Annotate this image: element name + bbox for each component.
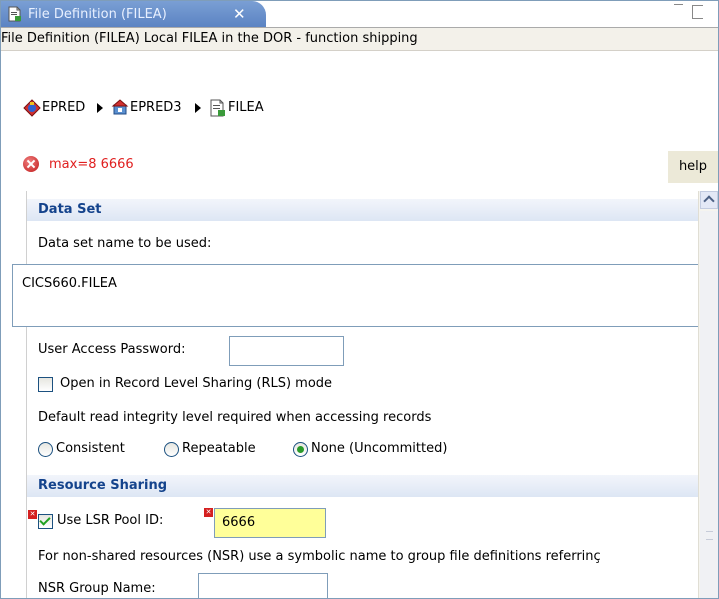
error-bar: max=8 6666 help	[1, 150, 718, 188]
section-data-set[interactable]: Data Set	[27, 199, 699, 221]
nsr-group-label: NSR Group Name:	[38, 581, 156, 596]
maximize-icon[interactable]	[692, 5, 703, 19]
nsr-group-field[interactable]	[198, 573, 328, 598]
chevron-right-icon	[195, 103, 201, 113]
section-heading: Data Set	[38, 202, 102, 217]
rls-checkbox[interactable]	[38, 377, 53, 392]
file-definition-icon	[8, 6, 21, 22]
integrity-label: Default read integrity level required wh…	[38, 410, 432, 425]
error-message: max=8 6666	[49, 157, 134, 172]
chevron-right-icon	[97, 103, 103, 113]
error-marker-icon: ✕	[28, 510, 37, 519]
radio-repeatable[interactable]	[164, 442, 179, 457]
radio-label: Repeatable	[182, 441, 256, 456]
password-field[interactable]	[229, 336, 344, 366]
rls-label: Open in Record Level Sharing (RLS) mode	[60, 376, 333, 391]
error-marker-icon: ✕	[204, 508, 213, 517]
radio-label: None (Uncommitted)	[311, 441, 448, 456]
scroll-thumb[interactable]	[700, 211, 718, 598]
close-icon[interactable]: ✕	[233, 1, 246, 28]
lsr-label: Use LSR Pool ID:	[57, 513, 164, 528]
minimize-icon[interactable]	[674, 4, 683, 5]
radio-consistent[interactable]	[38, 442, 53, 457]
tab-file-definition[interactable]: File Definition (FILEA) ✕	[1, 1, 266, 28]
window-controls	[674, 4, 704, 19]
description-text: File Definition (FILEA) Local FILEA in t…	[1, 31, 418, 46]
password-label: User Access Password:	[38, 342, 186, 357]
dataset-name-field[interactable]: CICS660.FILEA	[12, 264, 699, 327]
region-group-icon	[23, 99, 41, 117]
editor-window: File Definition (FILEA) ✕ File Definitio…	[0, 0, 719, 599]
breadcrumb-label: FILEA	[228, 100, 264, 115]
section-resource-sharing[interactable]: Resource Sharing	[27, 475, 699, 497]
lsr-checkbox[interactable]	[38, 514, 53, 529]
section-heading: Resource Sharing	[38, 478, 168, 493]
region-icon	[111, 99, 129, 115]
nsr-note: For non-shared resources (NSR) use a sym…	[38, 549, 601, 564]
dataset-name-label: Data set name to be used:	[38, 236, 212, 251]
grip-icon	[706, 531, 713, 540]
radio-label: Consistent	[56, 441, 125, 456]
tab-title: File Definition (FILEA)	[28, 7, 167, 22]
lsr-pool-id-field[interactable]: 6666	[214, 508, 326, 538]
help-button[interactable]: help	[668, 151, 718, 183]
file-definition-icon	[210, 99, 225, 117]
description-bar: File Definition (FILEA) Local FILEA in t…	[1, 27, 718, 51]
tab-strip: File Definition (FILEA) ✕	[1, 1, 718, 28]
breadcrumb-label: EPRED	[42, 100, 86, 115]
vertical-scrollbar[interactable]	[698, 191, 718, 598]
error-icon	[23, 156, 39, 172]
radio-none-uncommitted[interactable]	[293, 442, 308, 457]
form-panel: Data Set Data set name to be used: User …	[26, 191, 699, 598]
scroll-up-icon[interactable]	[700, 191, 718, 209]
breadcrumb-label: EPRED3	[130, 100, 182, 115]
